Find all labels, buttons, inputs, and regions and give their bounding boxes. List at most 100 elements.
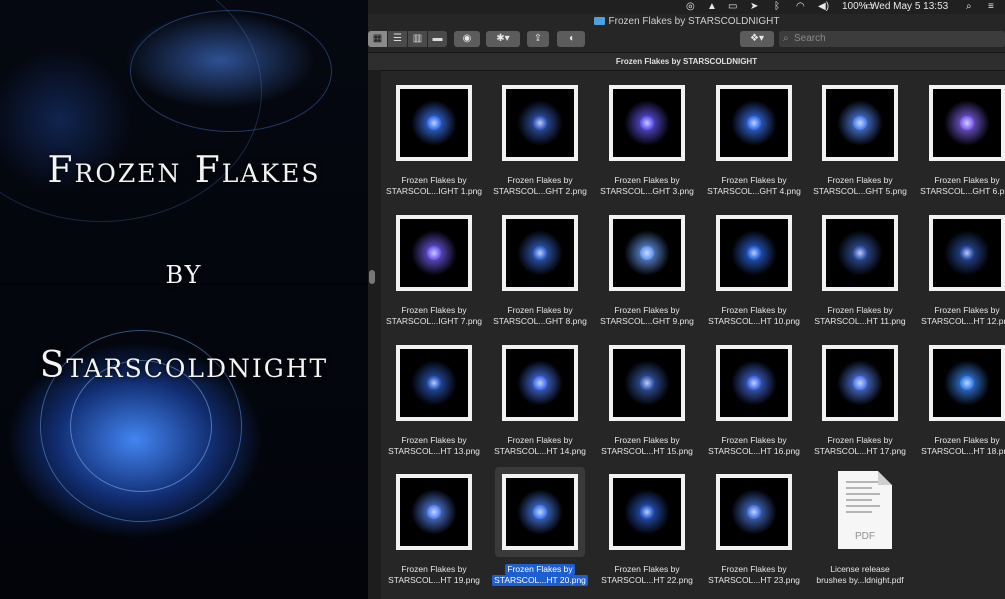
file-name: Frozen Flakes by STARSCOL...HT 11.png bbox=[808, 305, 912, 327]
file-name-line2: STARSCOL...HT 19.png bbox=[388, 575, 480, 585]
image-thumbnail bbox=[822, 85, 898, 161]
bluetooth-icon[interactable]: ᛒ bbox=[774, 1, 780, 13]
file-item[interactable]: Frozen Flakes by STARSCOL...GHT 8.png bbox=[492, 208, 588, 330]
file-item[interactable]: Frozen Flakes by STARSCOL...HT 16.png bbox=[706, 338, 802, 460]
file-item[interactable]: Frozen Flakes by STARSCOL...HT 13.png bbox=[386, 338, 482, 460]
pdf-text-line bbox=[846, 511, 872, 513]
search-placeholder: Search bbox=[794, 33, 826, 44]
file-item[interactable]: Frozen Flakes by STARSCOL...HT 17.png bbox=[812, 338, 908, 460]
file-name: License release brushes by...ldnight.pdf bbox=[808, 564, 912, 586]
list-view-button[interactable]: ☰ bbox=[388, 31, 407, 47]
file-item[interactable]: Frozen Flakes by STARSCOL...GHT 2.png bbox=[492, 78, 588, 200]
pdf-text-line bbox=[846, 481, 880, 483]
window-titlebar[interactable]: Frozen Flakes by STARSCOLDNIGHT bbox=[368, 14, 1005, 30]
column-view-button[interactable]: ▥ bbox=[408, 31, 427, 47]
image-thumbnail bbox=[822, 345, 898, 421]
file-name-line1: Frozen Flakes by bbox=[614, 435, 680, 445]
file-item[interactable]: Frozen Flakes by STARSCOL...GHT 4.png bbox=[706, 78, 802, 200]
image-thumbnail bbox=[502, 345, 578, 421]
file-name-line2: STARSCOL...GHT 4.png bbox=[707, 186, 801, 196]
file-name-line2: STARSCOL...HT 17.png bbox=[814, 446, 906, 456]
folder-icon bbox=[593, 17, 605, 25]
file-item[interactable]: Frozen Flakes by STARSCOL...HT 12.png bbox=[919, 208, 1005, 330]
file-name-line2: STARSCOL...GHT 2.png bbox=[493, 186, 587, 196]
file-item[interactable]: Frozen Flakes by STARSCOL...GHT 9.png bbox=[599, 208, 695, 330]
file-name: Frozen Flakes by STARSCOL...GHT 8.png bbox=[488, 305, 592, 327]
tags-button[interactable]: ◖ bbox=[557, 31, 585, 47]
file-name-line1: Frozen Flakes by bbox=[934, 435, 1000, 445]
image-thumbnail bbox=[396, 474, 472, 550]
share-button[interactable]: ⇪ bbox=[527, 31, 549, 47]
finder-window: Frozen Flakes by STARSCOLDNIGHT ▦ ☰ ▥ ▬ … bbox=[368, 14, 1005, 599]
file-name-line2: STARSCOL...HT 10.png bbox=[708, 316, 800, 326]
sidebar-scroll-handle[interactable] bbox=[369, 270, 375, 284]
file-item[interactable]: Frozen Flakes by STARSCOL...HT 20.png bbox=[492, 467, 588, 589]
creative-cloud-icon[interactable]: ◎ bbox=[686, 1, 695, 13]
fractal-core bbox=[427, 116, 441, 130]
fractal-core bbox=[427, 505, 441, 519]
image-thumbnail bbox=[929, 215, 1005, 291]
fractal-core bbox=[533, 246, 547, 260]
pdf-text-line bbox=[846, 505, 880, 507]
file-name: Frozen Flakes by STARSCOL...GHT 9.png bbox=[595, 305, 699, 327]
file-item[interactable]: Frozen Flakes by STARSCOL...HT 14.png bbox=[492, 338, 588, 460]
file-name-line2: STARSCOL...HT 13.png bbox=[388, 446, 480, 456]
file-thumbnail-area bbox=[922, 338, 1005, 428]
search-input[interactable]: ⌕ Search bbox=[779, 31, 1005, 47]
fractal-core bbox=[747, 376, 761, 390]
dropbox-icon[interactable]: ▲ bbox=[707, 1, 717, 13]
wifi-icon[interactable]: ◠ bbox=[796, 1, 805, 13]
file-item[interactable]: Frozen Flakes by STARSCOL...GHT 5.png bbox=[812, 78, 908, 200]
file-thumbnail-area bbox=[922, 208, 1005, 298]
file-item[interactable]: Frozen Flakes by STARSCOL...HT 18.png bbox=[919, 338, 1005, 460]
file-name: Frozen Flakes by STARSCOL...HT 20.png bbox=[488, 564, 592, 586]
file-item[interactable]: Frozen Flakes by STARSCOL...HT 22.png bbox=[599, 467, 695, 589]
file-item[interactable]: Frozen Flakes by STARSCOL...IGHT 1.png bbox=[386, 78, 482, 200]
action-menu-button[interactable]: ✱▾ bbox=[486, 31, 520, 47]
file-item[interactable]: Frozen Flakes by STARSCOL...IGHT 7.png bbox=[386, 208, 482, 330]
file-name-line2: STARSCOL...HT 20.png bbox=[492, 575, 588, 586]
file-name-line2: STARSCOL...HT 22.png bbox=[601, 575, 693, 585]
file-item[interactable]: Frozen Flakes by STARSCOL...HT 19.png bbox=[386, 467, 482, 589]
file-item[interactable]: Frozen Flakes by STARSCOL...HT 11.png bbox=[812, 208, 908, 330]
file-name-line2: STARSCOL...GHT 5.png bbox=[813, 186, 907, 196]
image-thumbnail bbox=[716, 215, 792, 291]
file-item[interactable]: Frozen Flakes by STARSCOL...HT 15.png bbox=[599, 338, 695, 460]
clock[interactable]: Wed May 5 13:53 bbox=[870, 1, 948, 13]
file-item[interactable]: Frozen Flakes by STARSCOL...GHT 6.png bbox=[919, 78, 1005, 200]
file-thumbnail-area bbox=[602, 467, 692, 557]
file-item[interactable]: Frozen Flakes by STARSCOL...HT 10.png bbox=[706, 208, 802, 330]
file-name: Frozen Flakes by STARSCOL...GHT 6.png bbox=[915, 175, 1005, 197]
fractal-core bbox=[960, 376, 974, 390]
dropbox-button[interactable]: ❖▾ bbox=[740, 31, 774, 47]
file-name: Frozen Flakes by STARSCOL...HT 16.png bbox=[702, 435, 806, 457]
path-bar-label: Frozen Flakes by STARSCOLDNIGHT bbox=[615, 57, 758, 66]
file-name-line1: Frozen Flakes by bbox=[934, 175, 1000, 185]
tag-icon: ◖ bbox=[567, 33, 575, 44]
artwork-title-line1: Frozen Flakes bbox=[47, 150, 321, 191]
file-name-line2: STARSCOL...HT 16.png bbox=[708, 446, 800, 456]
file-thumbnail-area bbox=[495, 338, 585, 428]
quick-look-button[interactable]: ◉ bbox=[454, 31, 480, 47]
file-thumbnail-area bbox=[495, 208, 585, 298]
spotlight-icon[interactable]: ⌕ bbox=[966, 1, 972, 13]
list-icon: ☰ bbox=[393, 33, 402, 44]
gallery-view-button[interactable]: ▬ bbox=[428, 31, 447, 47]
file-item[interactable]: PDF License release brushes by...ldnight.p… bbox=[812, 467, 908, 589]
file-name-line2: STARSCOL...GHT 3.png bbox=[600, 186, 694, 196]
volume-icon[interactable]: ◀) bbox=[818, 1, 829, 13]
drive-icon[interactable]: ▭ bbox=[728, 1, 737, 13]
battery-percent[interactable]: 100% bbox=[842, 1, 868, 13]
pdf-file-icon: PDF bbox=[838, 471, 892, 549]
image-thumbnail bbox=[396, 215, 472, 291]
icon-view-button[interactable]: ▦ bbox=[368, 31, 387, 47]
image-thumbnail bbox=[716, 85, 792, 161]
file-thumbnail-area bbox=[709, 208, 799, 298]
fractal-core bbox=[853, 116, 867, 130]
control-icon[interactable]: ≡ bbox=[988, 1, 994, 13]
file-item[interactable]: Frozen Flakes by STARSCOL...GHT 3.png bbox=[599, 78, 695, 200]
location-icon[interactable]: ➤ bbox=[750, 1, 758, 13]
pdf-text-line bbox=[846, 493, 880, 495]
pdf-text-line bbox=[846, 499, 872, 501]
file-item[interactable]: Frozen Flakes by STARSCOL...HT 23.png bbox=[706, 467, 802, 589]
